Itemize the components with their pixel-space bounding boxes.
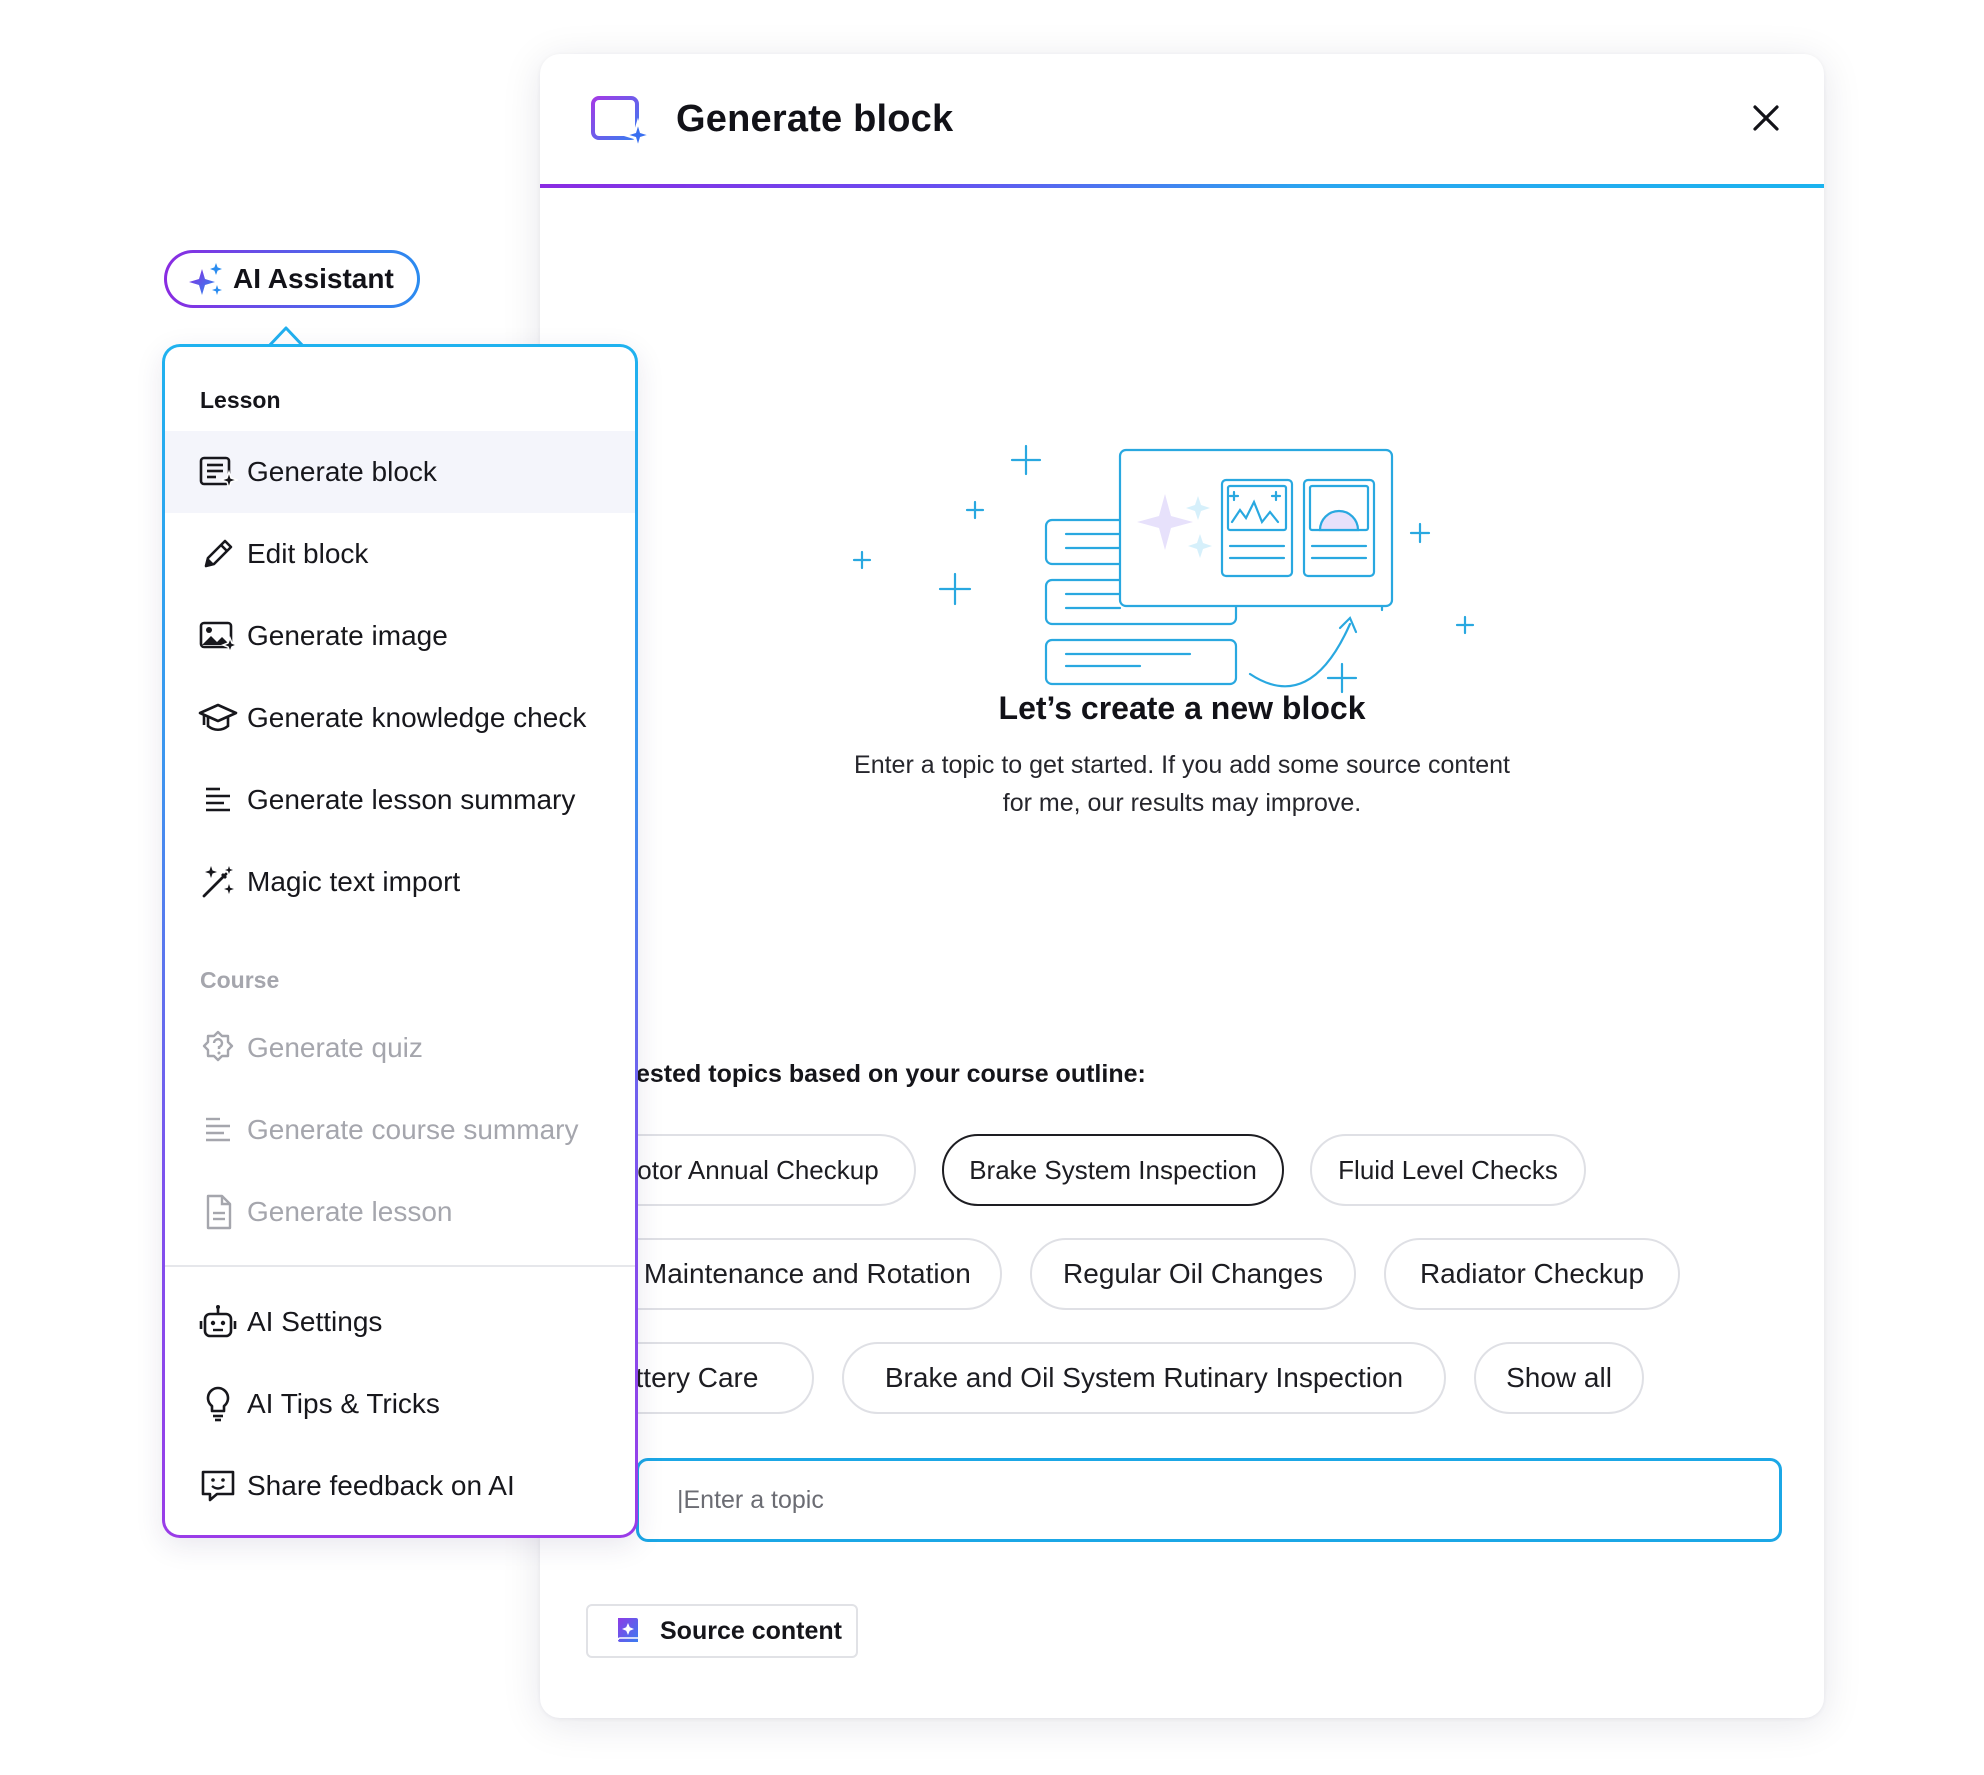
ai-assistant-button[interactable]: AI Assistant bbox=[164, 250, 420, 308]
menu-item-label: AI Tips & Tricks bbox=[247, 1388, 440, 1419]
ai-assistant-label: AI Assistant bbox=[233, 263, 394, 294]
quiz-icon bbox=[198, 1028, 238, 1068]
empty-state-title: Let’s create a new block bbox=[998, 690, 1366, 726]
pencil-icon bbox=[198, 534, 238, 574]
menu-item-label: Generate lesson bbox=[247, 1196, 453, 1227]
menu-item-edit-block[interactable]: Edit block bbox=[165, 513, 635, 595]
menu-item-label: Share feedback on AI bbox=[247, 1470, 515, 1501]
menu-item-label: Generate lesson summary bbox=[247, 784, 576, 815]
course-section-label: Course bbox=[200, 967, 280, 993]
new-block-illustration bbox=[810, 374, 1570, 704]
feedback-icon bbox=[198, 1466, 238, 1506]
graduation-cap-icon bbox=[198, 698, 238, 738]
show-all-chip[interactable]: Show all bbox=[1474, 1342, 1644, 1414]
topic-chip[interactable]: Brake and Oil System Rutinary Inspection bbox=[842, 1342, 1446, 1414]
menu-item-label: AI Settings bbox=[247, 1306, 383, 1337]
generate-block-icon bbox=[198, 452, 238, 492]
menu-item-label: Generate image bbox=[247, 620, 448, 651]
menu-item-generate-quiz: Generate quiz bbox=[165, 1007, 635, 1089]
magic-wand-icon bbox=[198, 862, 238, 902]
generate-block-modal: Generate block Let’s create a new block … bbox=[540, 54, 1824, 1718]
sparkles-icon bbox=[189, 261, 225, 297]
menu-item-generate-course-summary: Generate course summary bbox=[165, 1089, 635, 1171]
image-sparkle-icon bbox=[198, 616, 238, 656]
lines-icon bbox=[198, 1110, 238, 1150]
source-content-button[interactable]: Source content bbox=[586, 1604, 858, 1658]
menu-item-label: Generate knowledge check bbox=[247, 702, 587, 733]
ai-assistant-menu: Lesson Generate block Edit block Generat… bbox=[162, 344, 638, 1538]
robot-icon bbox=[198, 1302, 238, 1342]
topic-chip[interactable]: Radiator Checkup bbox=[1384, 1238, 1680, 1310]
menu-item-label: Generate quiz bbox=[247, 1032, 423, 1063]
modal-header: Generate block bbox=[540, 54, 1824, 188]
menu-item-generate-lesson-summary[interactable]: Generate lesson summary bbox=[165, 759, 635, 841]
menu-item-ai-tips-tricks[interactable]: AI Tips & Tricks bbox=[165, 1363, 635, 1445]
menu-item-label: Edit block bbox=[247, 538, 369, 569]
menu-item-generate-knowledge-check[interactable]: Generate knowledge check bbox=[165, 677, 635, 759]
header-gradient-divider bbox=[540, 184, 1824, 188]
modal-title: Generate block bbox=[676, 98, 954, 140]
topic-chip[interactable]: re Maintenance and Rotation bbox=[580, 1238, 1002, 1310]
menu-item-generate-lesson: Generate lesson bbox=[165, 1171, 635, 1253]
menu-item-label: Magic text import bbox=[247, 866, 461, 897]
source-content-label: Source content bbox=[660, 1616, 842, 1645]
book-sparkle-icon bbox=[614, 1616, 642, 1646]
menu-item-generate-image[interactable]: Generate image bbox=[165, 595, 635, 677]
menu-item-ai-settings[interactable]: AI Settings bbox=[165, 1281, 635, 1363]
close-icon[interactable] bbox=[1746, 98, 1786, 138]
topic-chip[interactable]: Fluid Level Checks bbox=[1310, 1134, 1586, 1206]
suggested-topics-label: ested topics based on your course outlin… bbox=[636, 1060, 1146, 1088]
empty-state-description: Enter a topic to get started. If you add… bbox=[854, 751, 1510, 817]
topic-input[interactable]: |Enter a topic bbox=[636, 1458, 1782, 1542]
topic-chip[interactable]: otor Annual Checkup bbox=[600, 1134, 916, 1206]
topic-chip-selected[interactable]: Brake System Inspection bbox=[942, 1134, 1284, 1206]
topic-chip[interactable]: Regular Oil Changes bbox=[1030, 1238, 1356, 1310]
document-icon bbox=[198, 1192, 238, 1232]
menu-divider bbox=[165, 1265, 635, 1267]
menu-item-label: Generate block bbox=[247, 456, 437, 487]
menu-item-label: Generate course summary bbox=[247, 1114, 579, 1145]
menu-item-magic-text-import[interactable]: Magic text import bbox=[165, 841, 635, 923]
menu-item-share-feedback[interactable]: Share feedback on AI bbox=[165, 1445, 635, 1527]
lesson-section-label: Lesson bbox=[200, 387, 281, 413]
menu-item-generate-block[interactable]: Generate block bbox=[165, 431, 635, 513]
generate-block-icon bbox=[590, 94, 654, 150]
lines-icon bbox=[198, 780, 238, 820]
lightbulb-icon bbox=[198, 1384, 238, 1424]
